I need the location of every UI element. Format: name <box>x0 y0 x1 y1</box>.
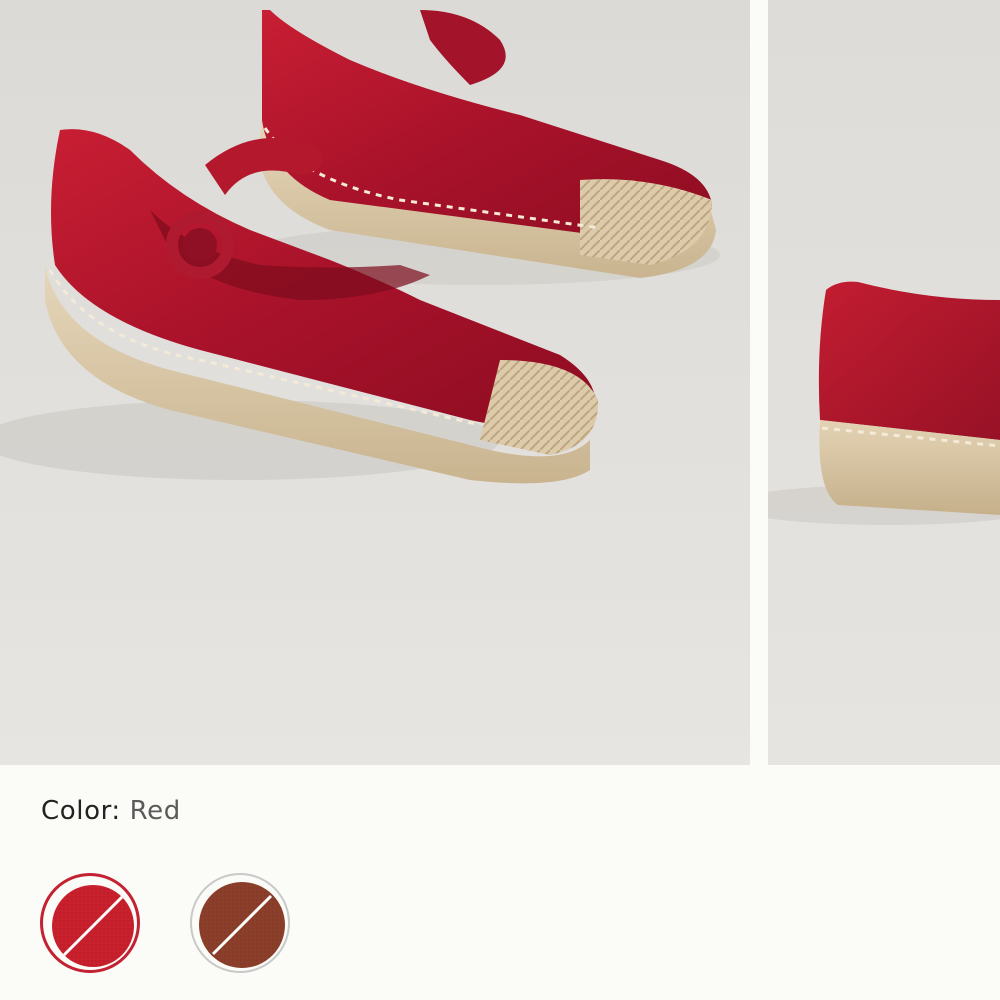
espadrille-side-illustration <box>768 0 1000 765</box>
red-swatch-icon <box>52 885 134 967</box>
swatch-red[interactable] <box>40 873 140 973</box>
swatch-brown[interactable] <box>190 873 290 973</box>
product-photo-main[interactable] <box>0 0 750 765</box>
brown-swatch-icon <box>199 882 285 968</box>
espadrille-pair-illustration <box>0 0 750 765</box>
product-image-gallery <box>0 0 1000 765</box>
color-label: Color: <box>41 796 121 826</box>
selected-color-value: Red <box>129 796 181 826</box>
color-swatch-list <box>40 873 340 973</box>
color-selection-label: Color: Red <box>41 794 181 828</box>
product-photo-next[interactable] <box>768 0 1000 765</box>
